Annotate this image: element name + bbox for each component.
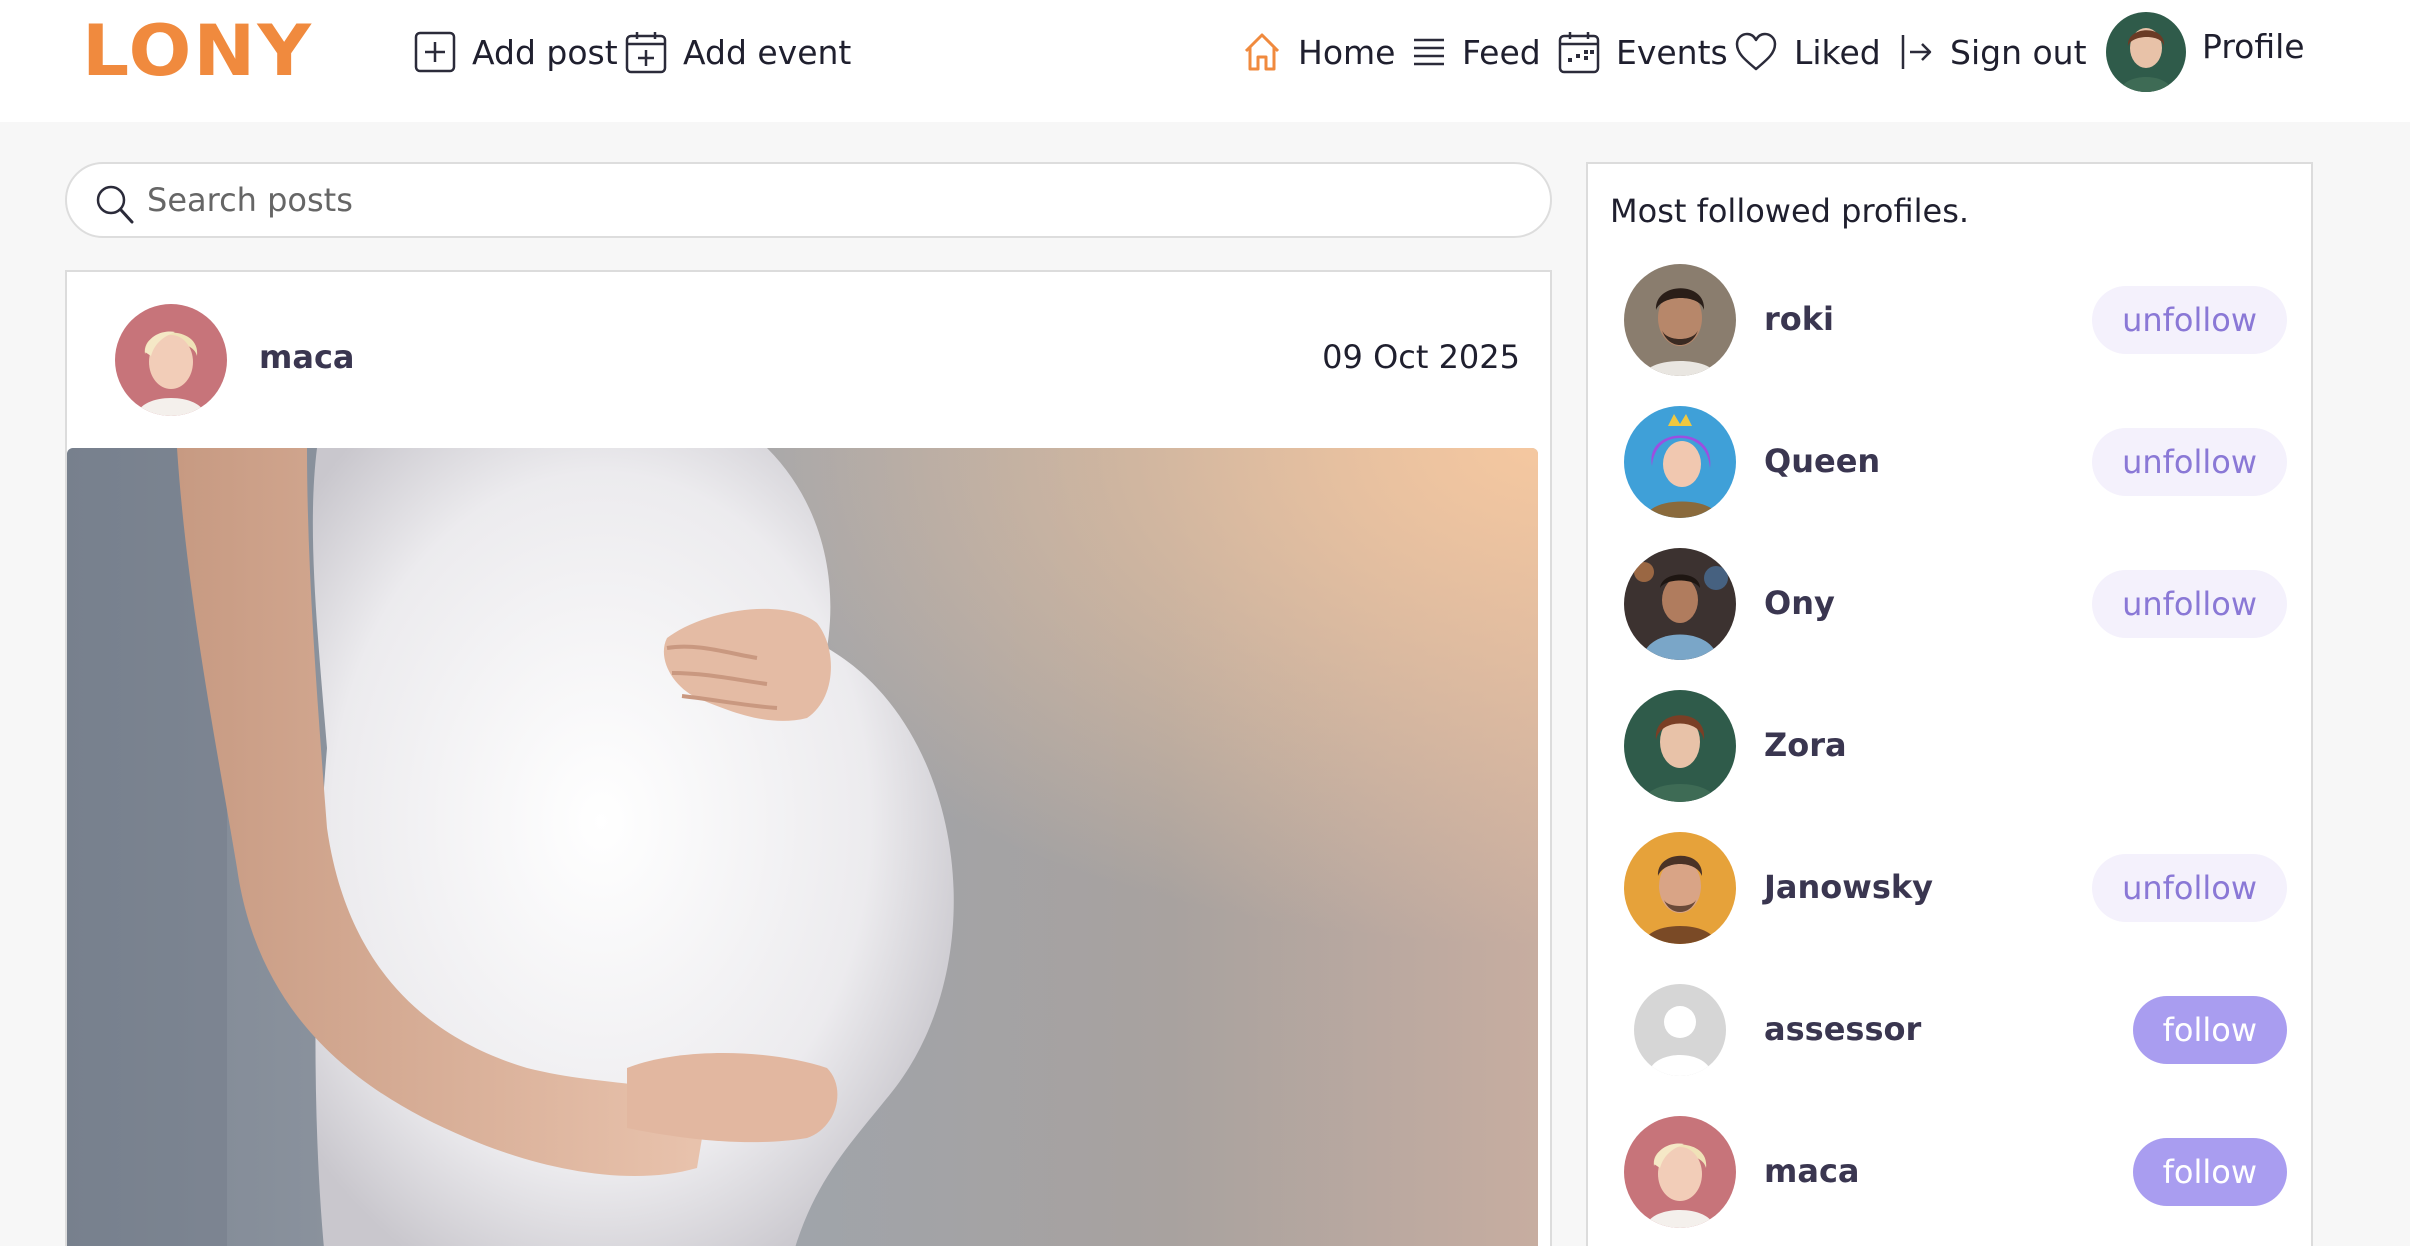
add-event-label: Add event	[683, 32, 852, 72]
avatar[interactable]	[1624, 548, 1736, 660]
avatar[interactable]	[1624, 832, 1736, 944]
profile-row: Janowsky unfollow	[1588, 832, 2311, 944]
add-post-link[interactable]: Add post	[414, 26, 618, 78]
feed-icon	[1414, 38, 1444, 66]
avatar[interactable]	[1624, 406, 1736, 518]
nav-profile[interactable]: Profile	[2106, 12, 2305, 92]
profile-row: Ony unfollow	[1588, 548, 2311, 660]
nav-events[interactable]: Events	[1558, 26, 1728, 78]
profile-name[interactable]: assessor	[1764, 1010, 1921, 1048]
most-followed-panel: Most followed profiles. roki unfollow Qu…	[1586, 162, 2313, 1246]
heart-icon	[1735, 32, 1777, 71]
author-avatar[interactable]	[115, 304, 227, 416]
avatar[interactable]	[1624, 690, 1736, 802]
profile-row: maca follow	[1588, 1116, 2311, 1228]
nav-liked-label: Liked	[1794, 32, 1881, 72]
top-nav-bar: LONY Add post Add event Home Feed Events…	[0, 0, 2410, 122]
follow-button[interactable]: follow	[2132, 996, 2287, 1064]
profile-row: assessor follow	[1588, 974, 2311, 1086]
profile-name[interactable]: Zora	[1764, 726, 1847, 764]
post-date: 09 Oct 2025	[1322, 338, 1520, 376]
post-card: maca 09 Oct 2025	[65, 270, 1552, 1246]
search-icon	[96, 185, 134, 224]
unfollow-button[interactable]: unfollow	[2092, 570, 2287, 638]
unfollow-button[interactable]: unfollow	[2092, 854, 2287, 922]
home-icon	[1244, 33, 1280, 71]
search-input[interactable]	[147, 172, 1527, 228]
profile-name[interactable]: roki	[1764, 300, 1834, 338]
profile-name[interactable]: Queen	[1764, 442, 1880, 480]
sign-out-link[interactable]: Sign out	[1900, 26, 2087, 78]
add-post-icon	[414, 31, 456, 73]
profile-name[interactable]: Ony	[1764, 584, 1835, 622]
post-author[interactable]: maca	[259, 338, 355, 376]
logo[interactable]: LONY	[82, 16, 313, 86]
nav-events-label: Events	[1616, 32, 1728, 72]
avatar[interactable]	[1624, 264, 1736, 376]
post-image[interactable]	[67, 448, 1538, 1246]
add-event-icon	[625, 32, 667, 74]
add-post-label: Add post	[472, 32, 618, 72]
profile-row: Zora	[1588, 690, 2311, 802]
calendar-icon	[1558, 32, 1600, 74]
nav-feed[interactable]: Feed	[1412, 26, 1541, 78]
avatar[interactable]	[1624, 1116, 1736, 1228]
profile-row: Queen unfollow	[1588, 406, 2311, 518]
search-bar	[65, 162, 1552, 238]
sign-out-label: Sign out	[1950, 32, 2087, 72]
unfollow-button[interactable]: unfollow	[2092, 428, 2287, 496]
profile-name[interactable]: maca	[1764, 1152, 1860, 1190]
profile-name[interactable]: Janowsky	[1764, 868, 1933, 906]
nav-feed-label: Feed	[1462, 32, 1541, 72]
nav-profile-label: Profile	[2202, 26, 2305, 66]
default-avatar-icon[interactable]	[1634, 984, 1726, 1076]
nav-home[interactable]: Home	[1242, 26, 1395, 78]
profile-row: roki unfollow	[1588, 264, 2311, 376]
nav-home-label: Home	[1298, 32, 1396, 72]
follow-button[interactable]: follow	[2132, 1138, 2287, 1206]
add-event-link[interactable]: Add event	[625, 26, 851, 78]
sign-out-icon	[1901, 35, 1932, 69]
panel-title: Most followed profiles.	[1610, 192, 1970, 230]
unfollow-button[interactable]: unfollow	[2092, 286, 2287, 354]
user-avatar	[2106, 12, 2186, 92]
nav-liked[interactable]: Liked	[1734, 26, 1881, 78]
